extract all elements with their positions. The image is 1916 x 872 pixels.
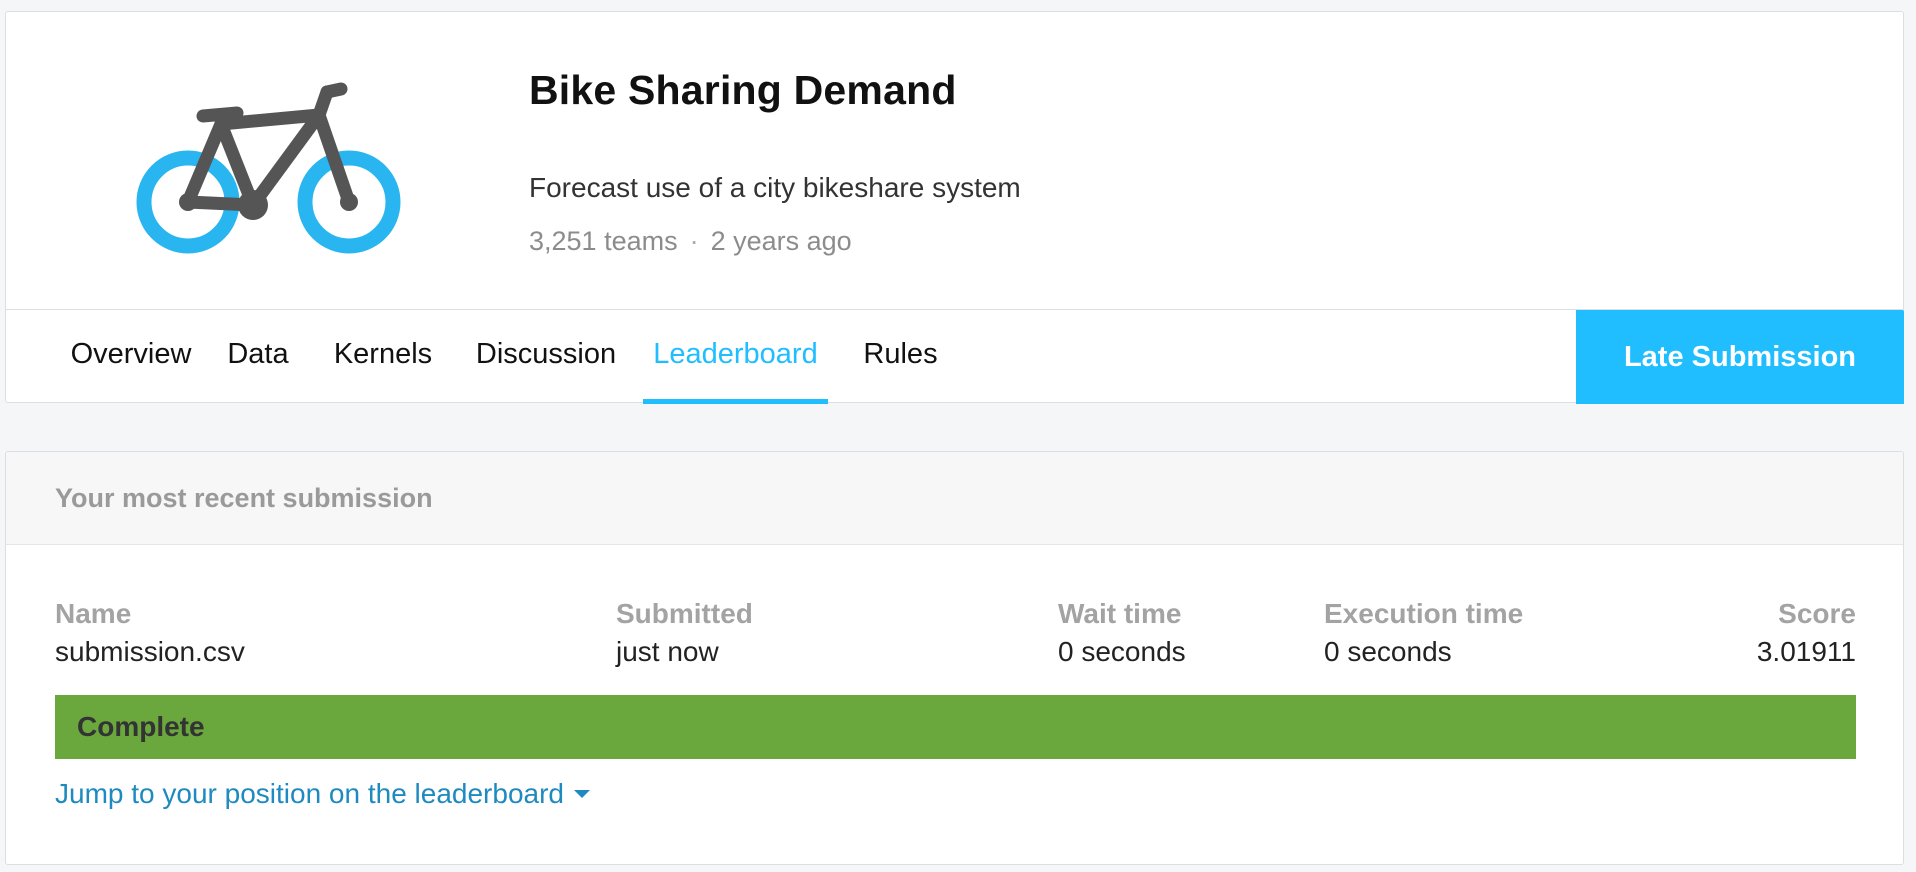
tab-discussion[interactable]: Discussion [466,310,626,404]
col-execution-label: Execution time [1324,598,1524,629]
tab-rules[interactable]: Rules [858,310,943,404]
submission-score: 3.01911 [1756,636,1856,667]
jump-link-label: Jump to your position on the leaderboard [55,778,564,809]
recent-submission-card: Your most recent submission Name submiss… [5,451,1904,865]
jump-to-leaderboard-link[interactable]: Jump to your position on the leaderboard [55,778,590,810]
submission-filename: submission.csv [55,636,245,667]
submission-time: just now [616,636,719,667]
tab-overview[interactable]: Overview [53,310,209,404]
recent-submission-heading: Your most recent submission [6,452,1903,545]
tab-kernels[interactable]: Kernels [324,310,442,404]
submission-execution-time: 0 seconds [1324,636,1452,667]
competition-header: Bike Sharing Demand Forecast use of a ci… [5,11,1904,404]
late-submission-button[interactable]: Late Submission [1576,310,1904,404]
col-submitted-label: Submitted [616,598,753,629]
tab-data[interactable]: Data [218,310,298,404]
submission-wait-time: 0 seconds [1058,636,1186,667]
caret-down-icon [574,790,590,798]
col-name-label: Name [55,598,132,629]
status-label: Complete [77,711,205,742]
meta-separator: · [689,226,699,256]
status-badge: Complete [55,695,1856,759]
col-wait-label: Wait time [1058,598,1182,629]
col-score-label: Score [1778,598,1856,629]
page-title: Bike Sharing Demand [529,67,957,113]
team-count: 3,251 teams [529,226,678,256]
tab-bar: Overview Data Kernels Discussion Leaderb… [6,309,1904,404]
bicycle-icon [136,82,401,254]
competition-age: 2 years ago [710,226,852,256]
tab-leaderboard[interactable]: Leaderboard [643,310,828,404]
competition-subtitle: Forecast use of a city bikeshare system [529,172,1021,203]
competition-meta: 3,251 teams · 2 years ago [529,226,852,257]
